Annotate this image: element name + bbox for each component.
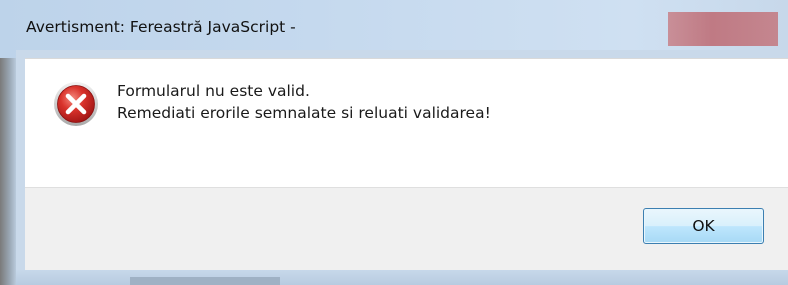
error-icon [52,80,100,128]
titlebar-close-area [668,12,778,46]
background-window-edge [0,58,16,285]
dialog-title: Avertisment: Fereastră JavaScript - [26,18,296,36]
ok-button[interactable]: OK [643,208,764,244]
message-line-2: Remediati erorile semnalate si reluati v… [117,104,491,122]
taskbar-fragment [130,277,280,285]
message-line-1: Formularul nu este valid. [117,82,310,100]
dialog-message: Formularul nu este valid. Remediati eror… [117,80,491,124]
